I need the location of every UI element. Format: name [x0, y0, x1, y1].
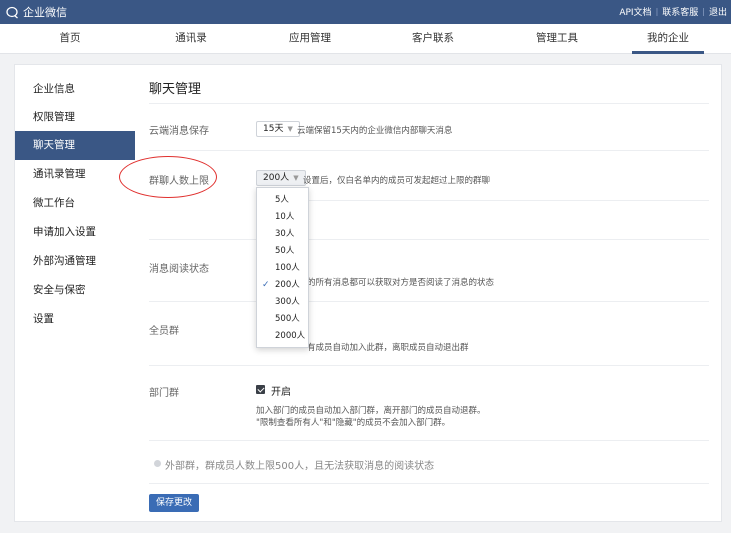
- chevron-down-icon: ▼: [287, 125, 293, 133]
- cloud-retention-select[interactable]: 15天 ▼: [256, 121, 300, 137]
- read-status-hint: 的所有消息都可以获取对方是否阅读了消息的状态: [307, 278, 495, 288]
- dropdown-option-label: 200人: [275, 280, 300, 290]
- nav-contacts[interactable]: 通讯录: [163, 24, 219, 54]
- wecom-logo-icon: [6, 6, 18, 18]
- divider: [149, 440, 709, 441]
- group-limit-hint: 设置后，仅白名单内的成员可发起超过上限的群聊: [303, 176, 491, 186]
- divider: [149, 103, 709, 104]
- sidebar-item-external-communication[interactable]: 外部沟通管理: [15, 247, 135, 276]
- sidebar-item-join-settings[interactable]: 申请加入设置: [15, 218, 135, 247]
- main-panel: 聊天管理 云端消息保存 15天 ▼ 云端保留15天内的企业微信内部聊天消息 群聊…: [149, 65, 709, 521]
- dept-group-checkbox[interactable]: [256, 385, 265, 394]
- divider: [149, 365, 709, 366]
- dropdown-option-selected[interactable]: ✓ 200人: [257, 277, 308, 294]
- read-status-label: 消息阅读状态: [149, 264, 209, 275]
- api-docs-link[interactable]: API文档: [619, 5, 651, 18]
- sidebar-item-contacts-management[interactable]: 通讯录管理: [15, 160, 135, 189]
- divider: [149, 239, 709, 240]
- content-card: 企业信息 权限管理 聊天管理 通讯录管理 微工作台 申请加入设置 外部沟通管理 …: [14, 64, 722, 522]
- dept-group-toggle-label: 开启: [271, 387, 291, 398]
- dropdown-option-label: 300人: [275, 297, 300, 307]
- dropdown-option[interactable]: 50人: [257, 243, 308, 260]
- cloud-retention-label: 云端消息保存: [149, 126, 209, 137]
- external-group-note: 外部群，群成员人数上限500人，且无法获取消息的阅读状态: [165, 461, 435, 472]
- dropdown-option-label: 500人: [275, 314, 300, 324]
- dropdown-option-label: 5人: [275, 195, 289, 205]
- top-bar: 企业微信 API文档 | 联系客服 | 退出: [0, 0, 731, 24]
- nav-my-enterprise-label: 我的企业: [647, 32, 689, 44]
- dropdown-option-label: 100人: [275, 263, 300, 273]
- save-button[interactable]: 保存更改: [149, 494, 199, 512]
- nav-active-indicator: [632, 51, 704, 54]
- all-member-group-hint: 有成员自动加入此群，离职成员自动退出群: [307, 343, 469, 353]
- dropdown-option[interactable]: 10人: [257, 209, 308, 226]
- cloud-retention-hint: 云端保留15天内的企业微信内部聊天消息: [297, 126, 453, 136]
- dropdown-option[interactable]: 30人: [257, 226, 308, 243]
- dropdown-option-label: 30人: [275, 229, 295, 239]
- main-nav: 首页 通讯录 应用管理 客户联系 管理工具 我的企业: [0, 24, 731, 54]
- checkmark-icon: ✓: [262, 280, 270, 290]
- dropdown-option[interactable]: 300人: [257, 294, 308, 311]
- app-logo[interactable]: 企业微信: [6, 4, 67, 20]
- dropdown-option-label: 2000人: [275, 331, 306, 341]
- app-title: 企业微信: [23, 6, 67, 19]
- dept-group-hint-line2: "限制查看所有人"和"隐藏"的成员不会加入部门群。: [256, 418, 451, 428]
- logout-link[interactable]: 退出: [709, 5, 727, 18]
- nav-customer-contact[interactable]: 客户联系: [398, 24, 468, 54]
- dropdown-option[interactable]: 2000人: [257, 328, 308, 345]
- group-limit-select[interactable]: 200人 ▼: [256, 170, 306, 186]
- page-title: 聊天管理: [149, 82, 202, 97]
- nav-my-enterprise[interactable]: 我的企业: [632, 24, 704, 54]
- dropdown-option[interactable]: 5人: [257, 192, 308, 209]
- contact-support-link[interactable]: 联系客服: [662, 5, 698, 18]
- dropdown-option[interactable]: 100人: [257, 260, 308, 277]
- sidebar: 企业信息 权限管理 聊天管理 通讯录管理 微工作台 申请加入设置 外部沟通管理 …: [15, 65, 135, 521]
- top-link-separator: |: [702, 7, 705, 16]
- divider: [149, 301, 709, 302]
- chevron-down-icon: ▼: [293, 174, 299, 182]
- group-limit-dropdown: 5人 10人 30人 50人 100人 ✓ 200人 300人 500人 2000…: [256, 187, 309, 348]
- sidebar-item-chat-management[interactable]: 聊天管理: [15, 131, 135, 160]
- top-link-separator: |: [655, 7, 659, 16]
- divider: [256, 200, 709, 201]
- dropdown-option-label: 10人: [275, 212, 295, 222]
- divider: [149, 150, 709, 151]
- nav-app-management[interactable]: 应用管理: [275, 24, 345, 54]
- group-limit-value: 200人: [263, 173, 290, 183]
- nav-management-tools[interactable]: 管理工具: [522, 24, 592, 54]
- all-member-group-label: 全员群: [149, 326, 179, 337]
- sidebar-item-security[interactable]: 安全与保密: [15, 276, 135, 305]
- sidebar-item-enterprise-info[interactable]: 企业信息: [15, 75, 135, 104]
- nav-home[interactable]: 首页: [45, 24, 95, 54]
- sidebar-item-workbench[interactable]: 微工作台: [15, 189, 135, 218]
- info-dot-icon: [154, 460, 161, 467]
- cloud-retention-value: 15天: [263, 124, 284, 134]
- dropdown-option-label: 50人: [275, 246, 295, 256]
- divider: [149, 483, 709, 484]
- dept-group-hint-line1: 加入部门的成员自动加入部门群，离开部门的成员自动退群。: [256, 406, 486, 416]
- dept-group-label: 部门群: [149, 388, 179, 399]
- top-links: API文档 | 联系客服 | 退出: [619, 5, 727, 18]
- sidebar-item-permissions[interactable]: 权限管理: [15, 103, 135, 132]
- dropdown-option[interactable]: 500人: [257, 311, 308, 328]
- sidebar-item-settings[interactable]: 设置: [15, 305, 135, 334]
- annotation-ellipse: [119, 156, 217, 198]
